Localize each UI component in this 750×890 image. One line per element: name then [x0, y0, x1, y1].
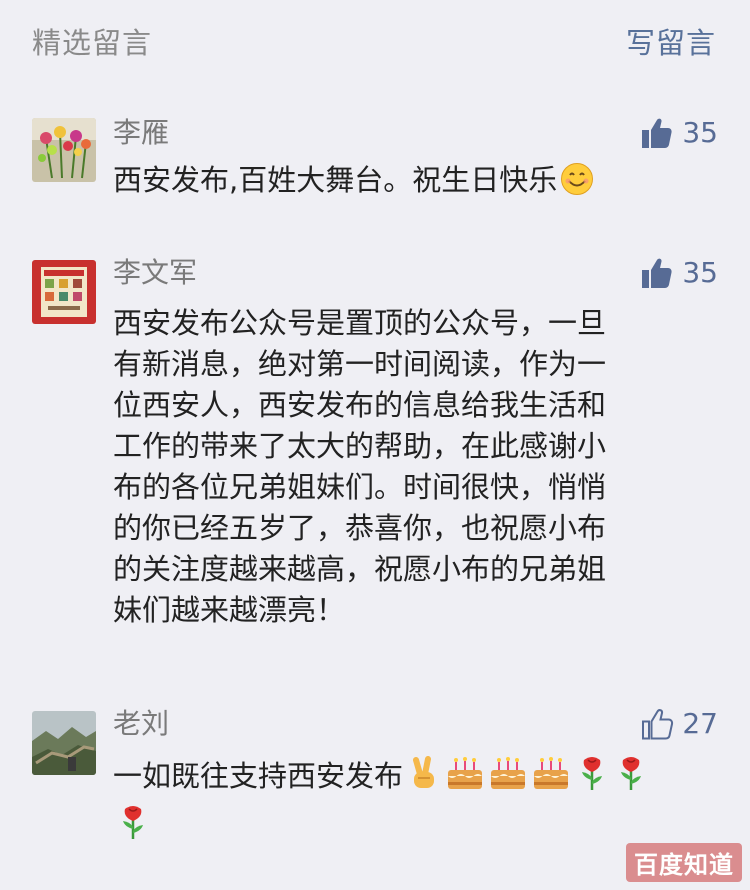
like-button[interactable]: 27 — [640, 706, 718, 742]
thumbs-up-outline-icon — [642, 709, 674, 740]
rose-icon — [115, 803, 151, 852]
comment-line-text: 一如既往支持西安发布 — [113, 759, 404, 793]
comment-author[interactable]: 李文军 — [113, 255, 197, 291]
comment-line: 的关注度越来越高，祝愿小布的兄弟姐 — [113, 552, 607, 586]
avatar[interactable] — [32, 118, 96, 182]
comment-item: 李雁 35 西安发布,百姓大舞台。祝生日快乐 — [0, 115, 750, 197]
comment-line: 位西安人，西安发布的信息给我生活和 — [113, 388, 607, 422]
birthday-cake-icon — [488, 756, 528, 803]
comment-item: 老刘 27 一如既往支持西安发布 — [0, 706, 750, 846]
comments-page: 精选留言 写留言 李雁 35 西安发布,百姓大舞台。祝生日快乐 李文军 35 西… — [0, 0, 750, 890]
victory-hand-icon — [406, 756, 442, 803]
comment-text: 西安发布公众号是置顶的公众号，一旦 有新消息，绝对第一时间阅读，作为一 位西安人… — [113, 303, 688, 631]
thumbs-up-filled-icon — [642, 118, 672, 148]
featured-comments-title: 精选留言 — [32, 26, 153, 60]
like-button[interactable]: 35 — [640, 255, 718, 291]
like-count: 35 — [682, 116, 718, 149]
comment-line: 有新消息，绝对第一时间阅读，作为一 — [113, 347, 607, 381]
rose-icon — [613, 754, 649, 803]
like-button[interactable]: 35 — [640, 115, 718, 151]
avatar[interactable] — [32, 260, 96, 324]
thumbs-up-filled-icon — [642, 258, 672, 288]
birthday-cake-icon — [445, 756, 485, 803]
comment-line: 西安发布,百姓大舞台。祝生日快乐 — [113, 160, 688, 207]
comment-line: 布的各位兄弟姐妹们。时间很快，悄悄 — [113, 470, 607, 504]
comments-header: 精选留言 写留言 — [0, 0, 750, 80]
comment-item: 李文军 35 西安发布公众号是置顶的公众号，一旦 有新消息，绝对第一时间阅读，作… — [0, 255, 750, 655]
comment-line: 工作的带来了太大的帮助，在此感谢小 — [113, 429, 607, 463]
avatar[interactable] — [32, 711, 96, 775]
like-count: 27 — [682, 707, 718, 740]
comment-author[interactable]: 李雁 — [113, 115, 169, 151]
birthday-cake-icon — [531, 756, 571, 803]
comment-line: 的你已经五岁了，恭喜你，也祝愿小布 — [113, 511, 607, 545]
comment-line — [113, 803, 688, 852]
baidu-zhidao-watermark: 百度知道 — [626, 843, 742, 882]
write-comment-button[interactable]: 写留言 — [626, 20, 716, 62]
comment-line: 西安发布公众号是置顶的公众号，一旦 — [113, 306, 607, 340]
rose-icon — [574, 754, 610, 803]
comment-text: 一如既往支持西安发布 — [113, 754, 688, 852]
comment-line-text: 西安发布,百姓大舞台。祝生日快乐 — [113, 163, 558, 197]
smiling-face-icon — [560, 162, 594, 207]
comment-line: 一如既往支持西安发布 — [113, 754, 688, 803]
comment-author[interactable]: 老刘 — [113, 706, 169, 742]
like-count: 35 — [682, 256, 718, 289]
comment-line: 妹们越来越漂亮！ — [113, 593, 346, 627]
comment-text: 西安发布,百姓大舞台。祝生日快乐 — [113, 160, 688, 207]
